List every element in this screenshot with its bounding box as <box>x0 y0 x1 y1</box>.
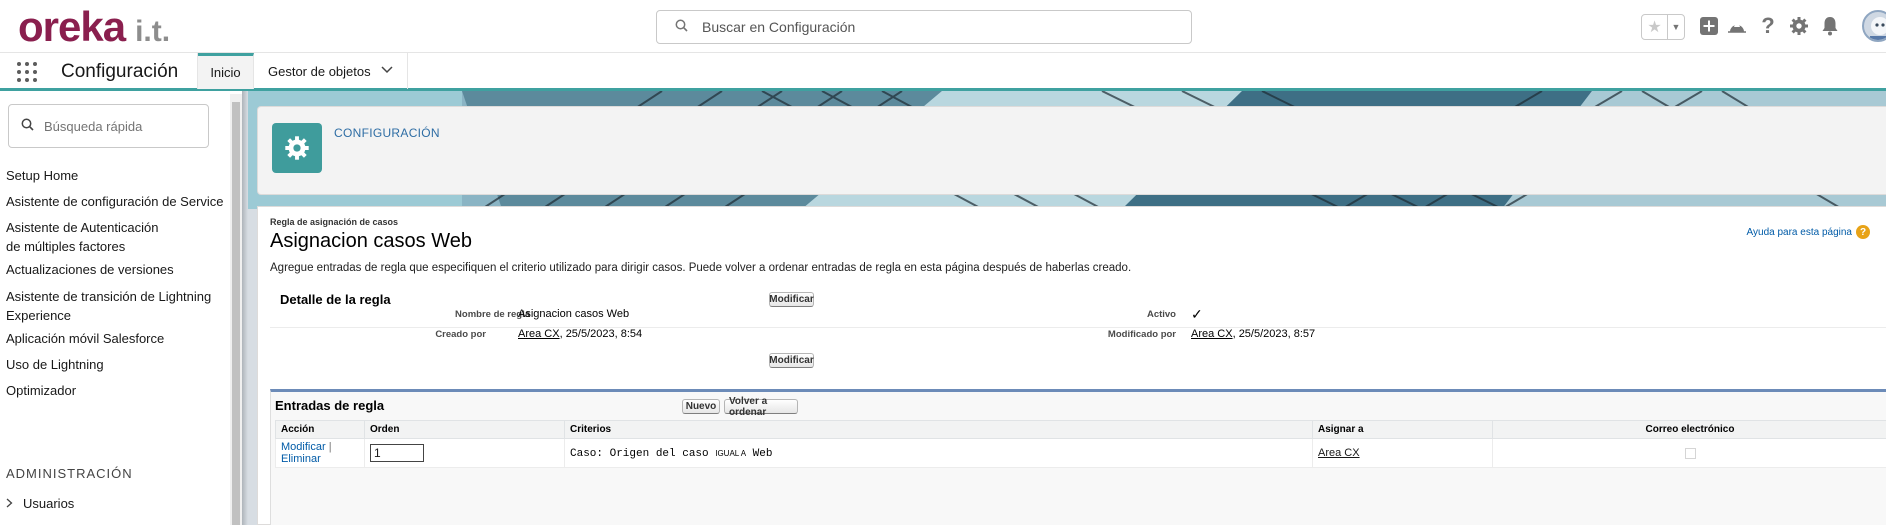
edit-button[interactable]: Modificar <box>769 292 814 307</box>
edit-entry-link[interactable]: Modificar <box>281 441 326 453</box>
assign-to-link[interactable]: Area CX <box>1318 447 1360 459</box>
new-entry-button[interactable]: Nuevo <box>682 399 720 414</box>
logo-suffix-text: i.t. <box>135 15 171 48</box>
sidebar-item-setup-home[interactable]: Setup Home <box>6 166 231 185</box>
help-icon: ? <box>1856 225 1870 239</box>
tab-label: Inicio <box>210 65 241 80</box>
field-label-rule-name: Nombre de regla <box>455 309 530 320</box>
section-heading-entries: Entradas de regla <box>275 398 385 413</box>
rule-entries-table: Acción Orden Criterios Asignar a Correo … <box>275 420 1886 468</box>
sidebar-item-release-updates[interactable]: Actualizaciones de versiones <box>6 260 231 279</box>
criteria-value: Web <box>746 447 773 460</box>
main-area-shadow <box>242 91 248 525</box>
chevron-right-icon[interactable] <box>6 496 13 511</box>
search-icon <box>21 118 34 134</box>
reorder-button[interactable]: Volver a ordenar <box>724 396 798 418</box>
sidebar-scrollbar[interactable] <box>230 94 242 525</box>
help-link[interactable]: Ayuda para esta página ? <box>1747 225 1870 239</box>
bell-icon[interactable] <box>1818 14 1842 38</box>
criteria-field: Caso: Origen del caso <box>570 447 716 460</box>
global-search-input[interactable]: Buscar en Configuración <box>656 10 1192 44</box>
favorites-button-group[interactable]: ★ ▼ <box>1641 14 1685 40</box>
assign-to-cell: Area CX <box>1312 438 1493 468</box>
global-header: oreka i.t. Buscar en Configuración ★ ▼ ? <box>0 0 1886 53</box>
created-by-user-link[interactable]: Area CX <box>518 328 560 340</box>
logo-main-text: oreka <box>18 3 126 50</box>
breadcrumb: Regla de asignación de casos <box>270 217 399 227</box>
column-header-order: Orden <box>364 420 565 439</box>
sidebar-item-users[interactable]: Usuarios <box>6 496 74 511</box>
tab-label: Gestor de objetos <box>268 63 371 79</box>
add-icon[interactable] <box>1697 14 1721 38</box>
page-title: Asignacion casos Web <box>270 230 472 252</box>
sidebar-item-mfa-assistant[interactable]: Asistente de Autenticación de múltiples … <box>6 218 176 256</box>
field-label-created-by: Creado por <box>435 329 486 340</box>
criteria-operator: IGUAL A <box>715 448 747 458</box>
setup-sidebar: Búsqueda rápida Setup Home Asistente de … <box>0 94 242 525</box>
modified-by-user-link[interactable]: Area CX <box>1191 328 1233 340</box>
field-label-modified-by: Modificado por <box>1107 329 1176 340</box>
modified-date: , 25/5/2023, 8:57 <box>1232 328 1316 340</box>
chevron-down-icon[interactable]: ▼ <box>1668 15 1684 39</box>
trailhead-icon[interactable] <box>1725 14 1749 38</box>
sidebar-item-label: Usuarios <box>23 496 75 511</box>
divider <box>270 327 1886 328</box>
sidebar-item-mobile-app[interactable]: Aplicación móvil Salesforce <box>6 329 231 348</box>
quick-find-input[interactable]: Búsqueda rápida <box>8 104 209 148</box>
rule-content-card: Regla de asignación de casos Asignacion … <box>257 206 1886 525</box>
search-icon <box>675 19 688 35</box>
tab-object-manager[interactable]: Gestor de objetos <box>254 53 408 89</box>
field-value-modified-by: Area CX, 25/5/2023, 8:57 <box>1191 328 1315 340</box>
scrollbar-thumb[interactable] <box>232 102 240 525</box>
column-header-criteria: Criterios <box>564 420 1313 439</box>
criteria-text: Caso: Origen del caso IGUAL A Web <box>570 448 772 460</box>
table-row: Modificar | Eliminar 1 Caso: Origen del … <box>275 438 1886 468</box>
sidebar-item-lightning-usage[interactable]: Uso de Lightning <box>6 355 231 374</box>
global-search-placeholder: Buscar en Configuración <box>702 19 856 35</box>
chevron-down-icon[interactable] <box>381 65 393 77</box>
app-launcher-icon[interactable] <box>17 62 37 82</box>
delete-entry-link[interactable]: Eliminar <box>281 453 321 465</box>
gear-icon <box>272 123 322 173</box>
main-content-area: CONFIGURACIÓN Regla de asignación de cas… <box>242 91 1886 525</box>
company-logo[interactable]: oreka i.t. <box>18 6 170 53</box>
field-label-active: Activo <box>1146 309 1176 320</box>
sidebar-item-lightning-transition[interactable]: Asistente de transición de Lightning Exp… <box>6 287 221 325</box>
section-heading-detail: Detalle de la regla <box>280 292 391 307</box>
app-name: Configuración <box>61 61 179 82</box>
created-date: , 25/5/2023, 8:54 <box>559 328 643 340</box>
tab-inicio[interactable]: Inicio <box>198 53 254 89</box>
sidebar-item-service-setup[interactable]: Asistente de configuración de Service <box>6 192 231 211</box>
criteria-cell: Caso: Origen del caso IGUAL A Web <box>564 438 1313 468</box>
sidebar-item-optimizer[interactable]: Optimizador <box>6 381 231 400</box>
gear-icon[interactable] <box>1787 14 1811 38</box>
app-navigation-bar: Configuración Inicio Gestor de objetos <box>0 53 1886 91</box>
column-header-action: Acción <box>275 420 365 439</box>
avatar[interactable] <box>1862 10 1886 42</box>
action-cell: Modificar | Eliminar <box>275 438 365 468</box>
column-header-assign-to: Asignar a <box>1312 420 1493 439</box>
rule-entries-section: Entradas de regla Nuevo Volver a ordenar… <box>270 389 1886 525</box>
email-cell <box>1492 438 1886 468</box>
star-icon[interactable]: ★ <box>1642 15 1668 39</box>
field-value-active: ✓ <box>1191 306 1203 322</box>
field-value-rule-name: Asignacion casos Web <box>518 308 630 320</box>
table-header-row: Acción Orden Criterios Asignar a Correo … <box>275 420 1886 439</box>
help-link-label: Ayuda para esta página <box>1746 226 1852 238</box>
setup-page-header: CONFIGURACIÓN <box>257 106 1886 195</box>
setup-header-title: CONFIGURACIÓN <box>334 126 440 140</box>
quick-find-placeholder: Búsqueda rápida <box>44 118 143 134</box>
order-cell: 1 <box>364 438 565 468</box>
action-separator: | <box>328 441 332 453</box>
sidebar-section-heading: ADMINISTRACIÓN <box>6 466 133 481</box>
page-description: Agregue entradas de regla que especifiqu… <box>270 262 1132 274</box>
column-header-email: Correo electrónico <box>1492 420 1886 439</box>
order-input[interactable]: 1 <box>370 444 424 462</box>
help-icon[interactable]: ? <box>1756 13 1780 38</box>
email-checkbox <box>1684 447 1696 459</box>
edit-button-bottom[interactable]: Modificar <box>769 353 814 368</box>
field-value-created-by: Area CX, 25/5/2023, 8:54 <box>518 328 642 340</box>
